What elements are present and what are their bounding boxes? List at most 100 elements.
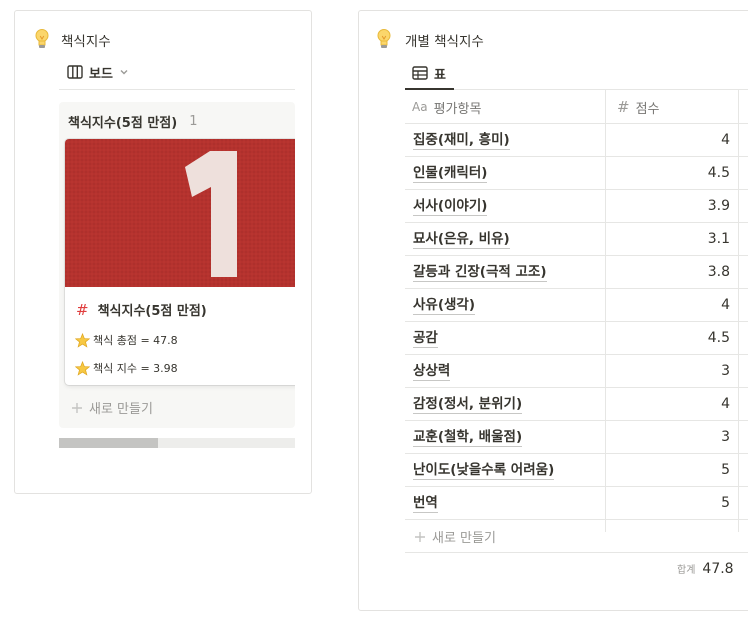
table-footer-divider (405, 552, 748, 553)
row-name-cell[interactable]: 상상력 (413, 355, 451, 387)
hash-icon: # (76, 300, 89, 319)
table-row[interactable]: 인물(캐릭터) 4.5 (405, 157, 748, 190)
row-name-text[interactable]: 사유(생각) (413, 297, 476, 315)
row-score-cell[interactable]: 4 (606, 289, 736, 321)
view-tabs-divider (59, 89, 295, 90)
card-prop-index-text: 책식 지수 = 3.98 (93, 362, 178, 375)
row-name-text[interactable]: 교훈(철학, 배울점) (413, 429, 523, 447)
row-name-cell[interactable]: 감정(정서, 분위기) (413, 388, 523, 420)
row-score-cell[interactable]: 3.1 (606, 223, 736, 255)
row-score-cell[interactable]: 5 (606, 454, 736, 486)
column-header-score-label: 점수 (635, 101, 660, 117)
row-name-text[interactable]: 집중(재미, 흥미) (413, 132, 510, 150)
row-name-cell[interactable]: 서사(이야기) (413, 190, 488, 222)
row-name-cell[interactable]: 난이도(낮을수록 어려움) (413, 454, 555, 486)
row-score-cell[interactable]: 3 (606, 421, 736, 453)
table-header: Aa 평가항목 # 점수 (405, 90, 748, 124)
row-name-text[interactable]: 난이도(낮을수록 어려움) (413, 462, 555, 480)
star-icon (75, 360, 90, 376)
card-title: # 책식지수(5점 만점) (76, 300, 207, 320)
row-name-cell[interactable]: 교훈(철학, 배울점) (413, 421, 523, 453)
running-track-number-one-image (65, 139, 295, 287)
row-score-cell[interactable]: 4 (606, 388, 736, 420)
row-name-cell[interactable]: 공감 (413, 322, 438, 354)
row-score-cell[interactable]: 4.5 (606, 157, 736, 189)
row-name-text[interactable]: 번역 (413, 495, 438, 513)
board-new-label: 새로 만들기 (89, 402, 153, 417)
sum-value: 47.8 (702, 561, 734, 577)
row-score-cell[interactable]: 3.8 (606, 256, 736, 288)
board-new-button[interactable]: 새로 만들기 (71, 398, 153, 417)
row-name-text[interactable]: 상상력 (413, 363, 451, 381)
plus-icon (72, 402, 82, 413)
board-column: 책식지수(5점 만점) 1 # 책식지수(5점 만점) 책식 총점 = 47.8… (59, 102, 295, 428)
table-new-label: 새로 만들기 (432, 531, 496, 546)
table-row[interactable]: 사유(생각) 4 (405, 289, 748, 322)
tab-board-view[interactable]: 보드 (67, 61, 129, 83)
row-score-cell[interactable]: 5 (606, 487, 736, 519)
data-table: Aa 평가항목 # 점수 집중(재미, 흥미) 4 인물(캐릭터) 4.5 서사(이야기… (405, 90, 748, 532)
table-row[interactable]: 난이도(낮을수록 어려움) 5 (405, 454, 748, 487)
row-score-cell[interactable]: 3.9 (606, 190, 736, 222)
table-icon (412, 66, 428, 80)
table-row[interactable]: 집중(재미, 흥미) 4 (405, 124, 748, 157)
card-prop-total-text: 책식 총점 = 47.8 (93, 334, 178, 347)
scrollbar-thumb[interactable] (59, 438, 158, 448)
star-icon (75, 332, 90, 348)
horizontal-scrollbar[interactable] (59, 438, 295, 448)
row-name-cell[interactable]: 사유(생각) (413, 289, 476, 321)
table-row[interactable]: 묘사(은유, 비유) 3.1 (405, 223, 748, 256)
tab-table-label: 표 (434, 67, 446, 83)
row-name-text[interactable]: 공감 (413, 330, 438, 348)
tab-board-label: 보드 (89, 66, 113, 82)
card-title-text: 책식지수(5점 만점) (97, 304, 207, 319)
column-count: 1 (189, 114, 198, 129)
table-row[interactable]: 서사(이야기) 3.9 (405, 190, 748, 223)
row-name-text[interactable]: 인물(캐릭터) (413, 165, 488, 183)
table-row[interactable]: 상상력 3 (405, 355, 748, 388)
column-header-score[interactable]: # 점수 (617, 90, 660, 124)
table-body: 집중(재미, 흥미) 4 인물(캐릭터) 4.5 서사(이야기) 3.9 묘사(은유, 비유… (405, 124, 748, 520)
table-new-button[interactable]: 새로 만들기 (414, 527, 496, 546)
chevron-down-icon (120, 70, 128, 75)
row-name-cell[interactable]: 인물(캐릭터) (413, 157, 488, 189)
board-card[interactable]: # 책식지수(5점 만점) 책식 총점 = 47.8 책식 지수 = 3.98 (65, 139, 295, 385)
plus-icon (415, 531, 425, 542)
board-icon (67, 65, 83, 79)
board-title: 책식지수 (61, 34, 111, 50)
card-prop-index: 책식 지수 = 3.98 (75, 360, 178, 376)
column-header[interactable]: 책식지수(5점 만점) 1 (68, 112, 197, 131)
sum-label: 합계 (677, 565, 696, 576)
card-prop-total: 책식 총점 = 47.8 (75, 332, 178, 348)
row-name-cell[interactable]: 번역 (413, 487, 438, 519)
row-score-cell[interactable]: 3 (606, 355, 736, 387)
lightbulb-icon (35, 29, 49, 48)
row-name-cell[interactable]: 묘사(은유, 비유) (413, 223, 510, 255)
lightbulb-icon (377, 29, 391, 48)
row-score-cell[interactable]: 4 (606, 124, 736, 156)
table-row[interactable]: 갈등과 긴장(극적 고조) 3.8 (405, 256, 748, 289)
table-row[interactable]: 공감 4.5 (405, 322, 748, 355)
table-row[interactable]: 번역 5 (405, 487, 748, 520)
row-name-cell[interactable]: 갈등과 긴장(극적 고조) (413, 256, 547, 288)
row-name-cell[interactable]: 집중(재미, 흥미) (413, 124, 510, 156)
table-row[interactable]: 교훈(철학, 배울점) 3 (405, 421, 748, 454)
row-name-text[interactable]: 감정(정서, 분위기) (413, 396, 523, 414)
row-score-cell[interactable]: 4.5 (606, 322, 736, 354)
tab-table-view[interactable]: 표 (412, 62, 446, 84)
table-panel: 개별 책식지수 표 Aa 평가항목 # 점수 집중(재미, 흥미) 4 인물(캐릭터… (358, 10, 748, 611)
board-panel: 책식지수 보드 책식지수(5점 만점) 1 # 책식지수(5점 만점) 책식 총… (14, 10, 312, 494)
text-property-icon: Aa (412, 100, 428, 114)
column-header-name-label: 평가항목 (433, 101, 482, 117)
column-divider (738, 90, 739, 532)
hash-icon: # (617, 98, 630, 116)
column-header-name[interactable]: Aa 평가항목 (412, 90, 481, 124)
column-divider (605, 90, 606, 532)
column-title: 책식지수(5점 만점) (68, 116, 178, 131)
table-title: 개별 책식지수 (405, 34, 484, 50)
table-row[interactable]: 감정(정서, 분위기) 4 (405, 388, 748, 421)
row-name-text[interactable]: 묘사(은유, 비유) (413, 231, 510, 249)
row-name-text[interactable]: 서사(이야기) (413, 198, 488, 216)
row-name-text[interactable]: 갈등과 긴장(극적 고조) (413, 264, 547, 282)
sum-calculation[interactable]: 합계 47.8 (677, 561, 734, 577)
